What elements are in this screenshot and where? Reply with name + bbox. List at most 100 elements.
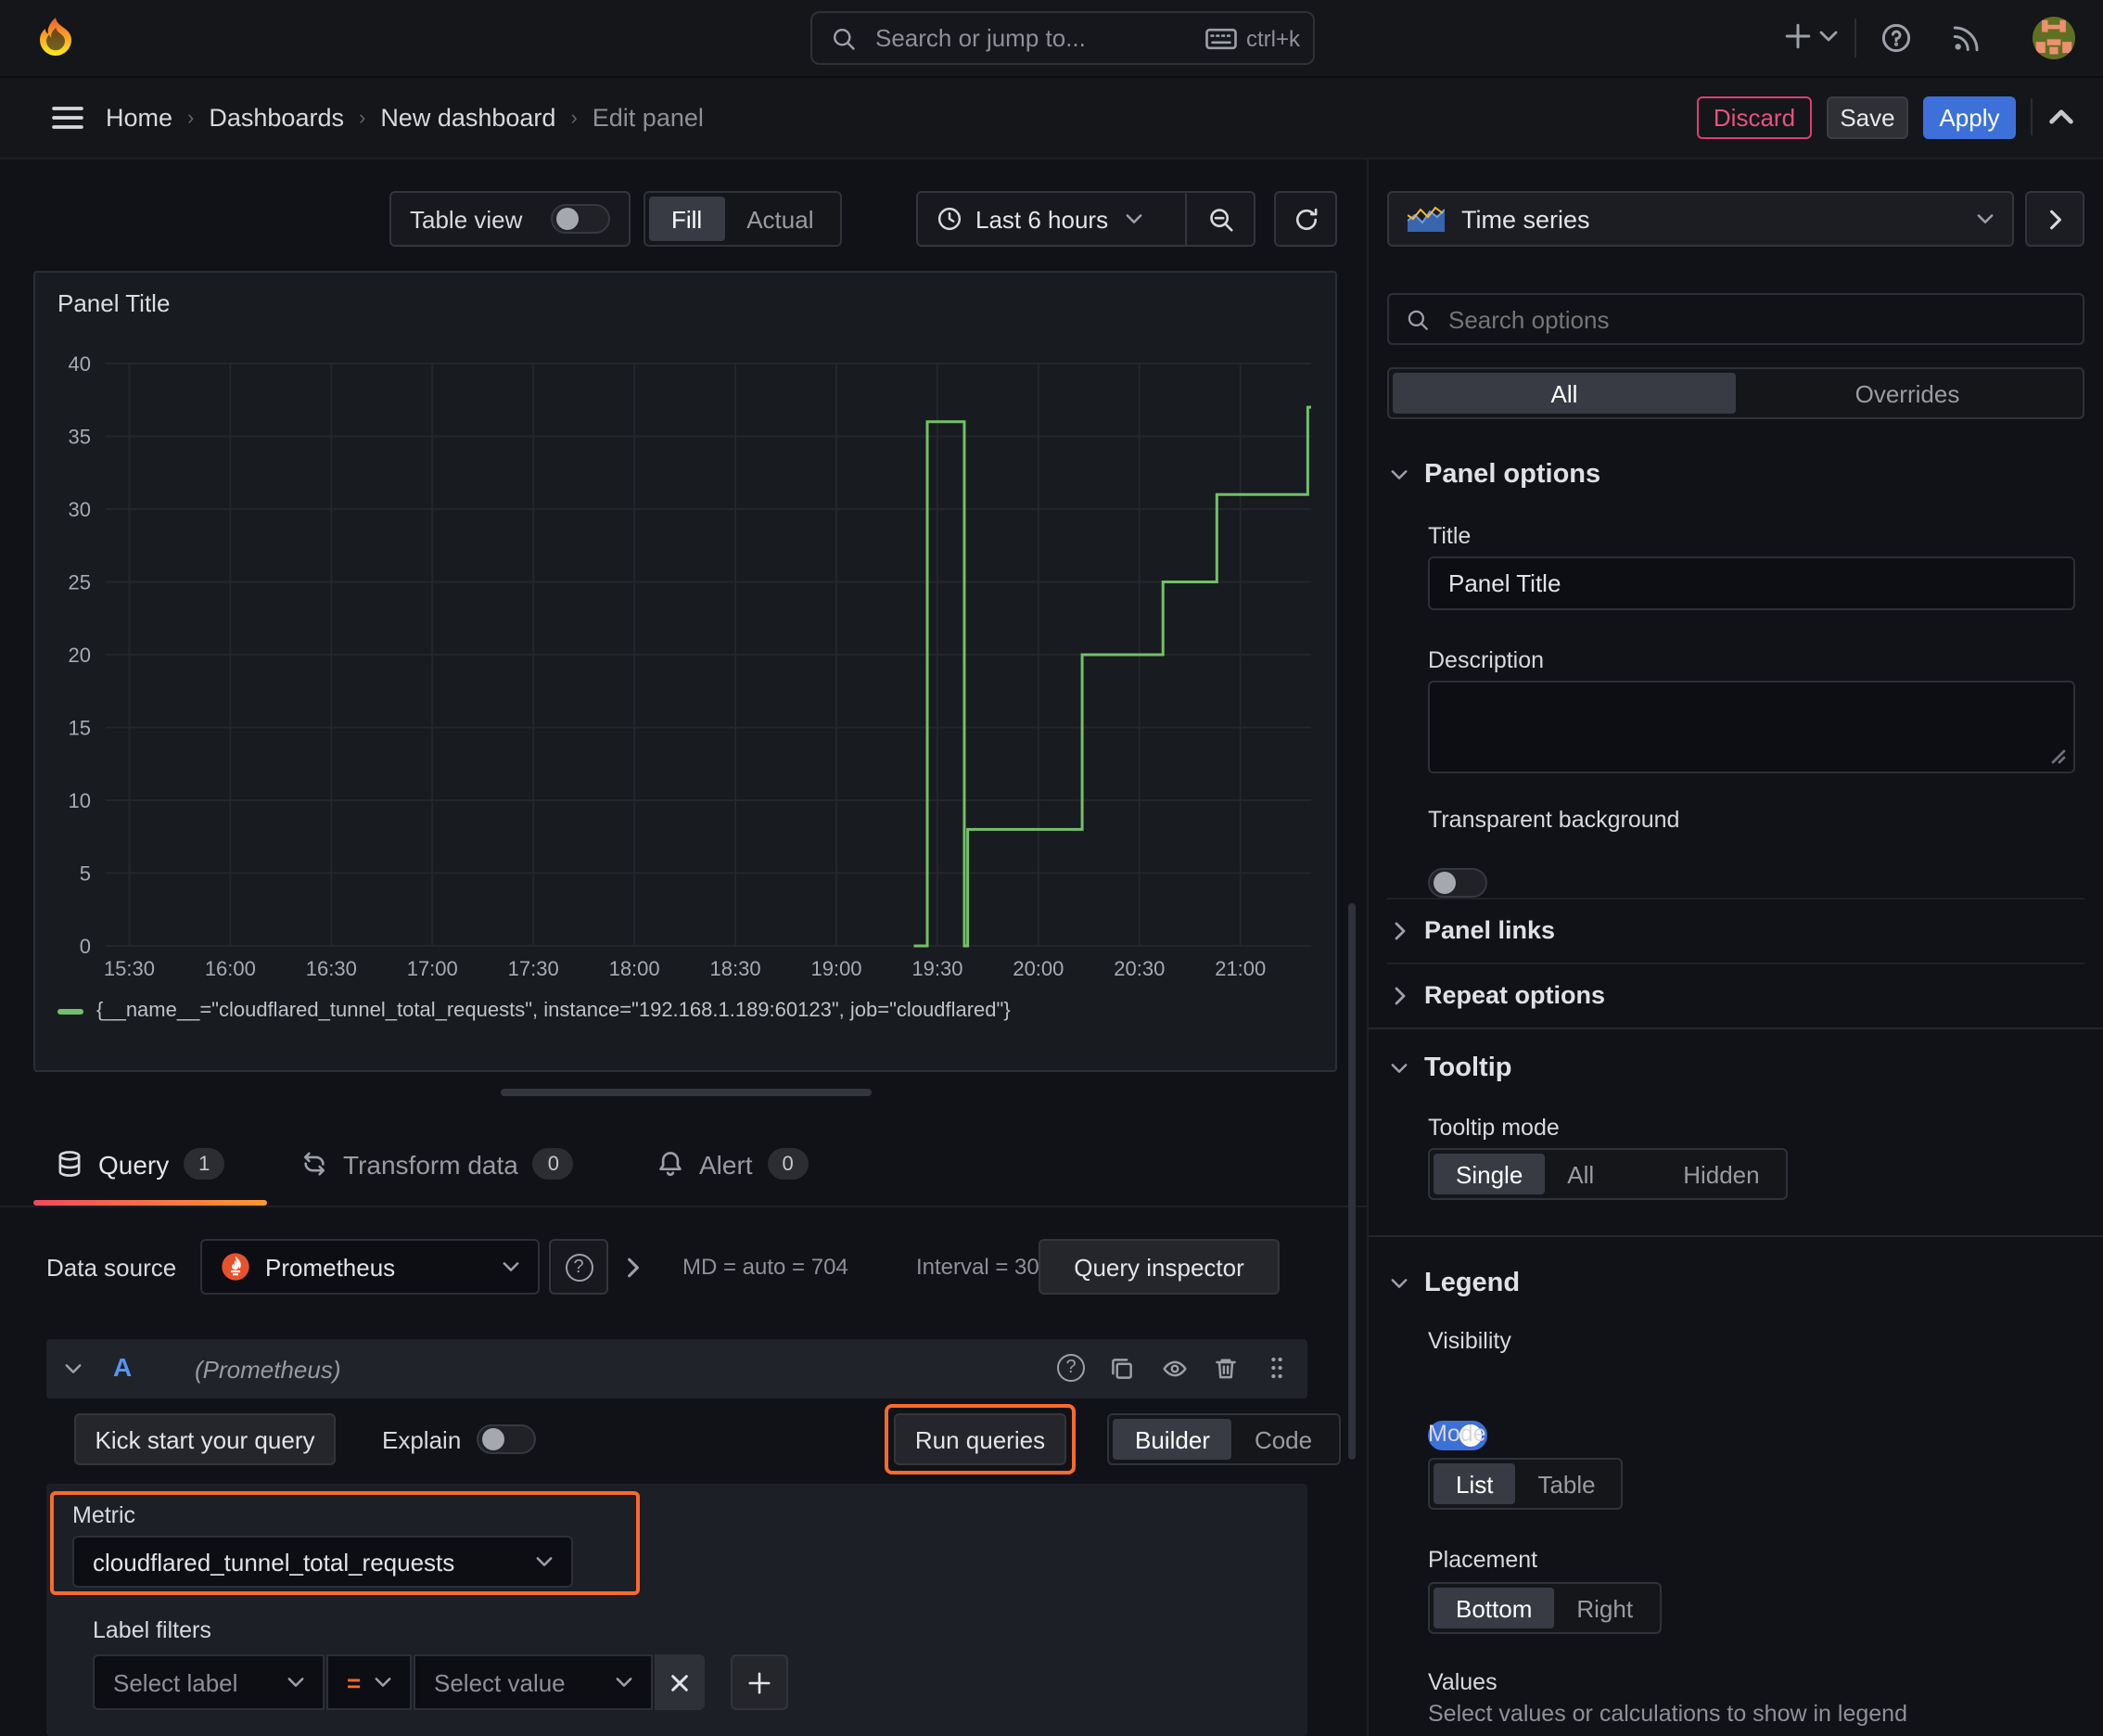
time-range-picker[interactable]: Last 6 hours bbox=[918, 205, 1185, 233]
datasource-help-button[interactable]: ? bbox=[549, 1239, 608, 1295]
visualization-picker[interactable]: Time series bbox=[1387, 191, 2014, 247]
options-search-input[interactable] bbox=[1445, 303, 2066, 335]
tab-query-label: Query bbox=[98, 1149, 170, 1179]
operator-dropdown[interactable]: = bbox=[326, 1654, 412, 1710]
placement-right-option[interactable]: Right bbox=[1554, 1588, 1655, 1628]
chevron-down-icon bbox=[287, 1677, 304, 1688]
grafana-logo-icon[interactable] bbox=[33, 15, 78, 59]
query-help-icon[interactable]: ? bbox=[1057, 1354, 1085, 1382]
tooltip-header[interactable]: Tooltip bbox=[1391, 1053, 1512, 1083]
hide-response-icon[interactable] bbox=[1161, 1356, 1189, 1382]
transform-count-badge: 0 bbox=[532, 1148, 574, 1180]
legend-list-option[interactable]: List bbox=[1434, 1463, 1516, 1504]
duplicate-query-icon[interactable] bbox=[1109, 1356, 1135, 1382]
select-value-dropdown[interactable]: Select value bbox=[414, 1654, 653, 1710]
table-view-toggle[interactable] bbox=[551, 204, 610, 234]
label-filters-label: Label filters bbox=[93, 1617, 211, 1643]
prometheus-icon bbox=[221, 1252, 250, 1282]
breadcrumb-home[interactable]: Home bbox=[106, 104, 172, 132]
chevron-right-icon bbox=[2049, 209, 2060, 229]
repeat-options-section[interactable]: Repeat options bbox=[1395, 981, 1605, 1009]
remove-query-icon[interactable] bbox=[1213, 1356, 1239, 1382]
collapse-options-button[interactable] bbox=[2049, 109, 2073, 124]
avatar[interactable] bbox=[2033, 17, 2075, 59]
builder-option[interactable]: Builder bbox=[1113, 1419, 1232, 1460]
description-textarea[interactable] bbox=[1428, 681, 2075, 773]
global-search[interactable]: ctrl+k bbox=[810, 11, 1315, 65]
left-pane-scrollbar[interactable] bbox=[1348, 903, 1356, 1460]
help-button[interactable] bbox=[1880, 22, 1912, 54]
search-input[interactable] bbox=[872, 22, 1205, 54]
toggle-knob bbox=[556, 208, 579, 230]
select-label-dropdown[interactable]: Select label bbox=[93, 1654, 325, 1710]
tab-all[interactable]: All bbox=[1393, 373, 1736, 414]
avatar-sprite bbox=[2035, 19, 2072, 55]
tab-alert[interactable]: Alert 0 bbox=[656, 1148, 809, 1180]
datasource-label: Data source bbox=[46, 1253, 177, 1281]
legend-item[interactable]: {__name__="cloudflared_tunnel_total_requ… bbox=[57, 1000, 1011, 1022]
tab-overrides[interactable]: Overrides bbox=[1736, 373, 2079, 414]
run-queries-button[interactable]: Run queries bbox=[894, 1413, 1066, 1465]
interval-stat: Interval = 30s bbox=[916, 1254, 1051, 1280]
save-button[interactable]: Save bbox=[1827, 96, 1908, 139]
help-icon: ? bbox=[565, 1253, 593, 1281]
kick-start-query-button[interactable]: Kick start your query bbox=[74, 1413, 336, 1465]
news-icon[interactable] bbox=[1951, 22, 1982, 54]
values-label: Values bbox=[1428, 1669, 1498, 1695]
drag-handle-icon[interactable] bbox=[1268, 1354, 1285, 1382]
resize-handle-icon[interactable] bbox=[2051, 749, 2066, 764]
add-filter-button[interactable] bbox=[731, 1654, 788, 1710]
tab-query[interactable]: Query 1 bbox=[56, 1148, 225, 1180]
tooltip-single-option[interactable]: Single bbox=[1434, 1154, 1546, 1194]
explain-toggle[interactable] bbox=[477, 1424, 536, 1454]
new-menu-button[interactable] bbox=[1784, 22, 1838, 50]
query-options-chevron-icon[interactable] bbox=[627, 1257, 640, 1278]
panel-title-input[interactable]: Panel Title bbox=[1428, 556, 2075, 610]
discard-button[interactable]: Discard bbox=[1697, 96, 1812, 139]
search-icon bbox=[1406, 307, 1430, 331]
pane-resize-handle[interactable] bbox=[501, 1089, 872, 1096]
metric-select[interactable]: cloudflared_tunnel_total_requests bbox=[72, 1536, 573, 1588]
split-divider[interactable] bbox=[1367, 158, 1369, 1736]
legend-header[interactable]: Legend bbox=[1391, 1269, 1520, 1298]
remove-filter-button[interactable] bbox=[655, 1654, 705, 1710]
fill-option[interactable]: Fill bbox=[649, 197, 725, 241]
zoom-out-button[interactable] bbox=[1187, 205, 1254, 233]
breadcrumb-new-dashboard[interactable]: New dashboard bbox=[380, 104, 555, 132]
legend-table-option[interactable]: Table bbox=[1515, 1463, 1617, 1504]
transparent-bg-label: Transparent background bbox=[1428, 807, 1680, 833]
tab-alert-label: Alert bbox=[699, 1149, 753, 1179]
query-options-summary[interactable]: MD = auto = 704 bbox=[682, 1239, 848, 1295]
series-line bbox=[913, 405, 1311, 948]
tab-transform[interactable]: Transform data 0 bbox=[300, 1148, 574, 1180]
max-datapoints-stat: MD = auto = 704 bbox=[682, 1254, 848, 1280]
tooltip-all-option[interactable]: All bbox=[1545, 1154, 1616, 1194]
refresh-button[interactable] bbox=[1274, 191, 1337, 247]
menu-toggle-button[interactable] bbox=[52, 106, 83, 130]
builder-code-switch: Builder Code bbox=[1107, 1413, 1341, 1465]
breadcrumb-dashboards[interactable]: Dashboards bbox=[209, 104, 344, 132]
tooltip-hidden-option[interactable]: Hidden bbox=[1661, 1154, 1781, 1194]
breadcrumb-edit-panel: Edit panel bbox=[592, 104, 704, 132]
transparent-bg-toggle[interactable] bbox=[1428, 868, 1487, 898]
actual-option[interactable]: Actual bbox=[724, 197, 835, 241]
chevron-down-icon bbox=[1391, 470, 1408, 479]
keyboard-icon bbox=[1205, 27, 1237, 49]
panel-options-header[interactable]: Panel options bbox=[1391, 460, 1600, 490]
tooltip-hidden-option[interactable] bbox=[1616, 1154, 1661, 1194]
panel-links-section[interactable]: Panel links bbox=[1395, 916, 1555, 944]
section-divider bbox=[1387, 898, 2084, 900]
apply-button[interactable]: Apply bbox=[1923, 96, 2016, 139]
query-ref-id: A bbox=[113, 1352, 133, 1382]
datasource-picker[interactable]: Prometheus bbox=[200, 1239, 540, 1295]
placement-bottom-option[interactable]: Bottom bbox=[1434, 1588, 1555, 1628]
code-option[interactable]: Code bbox=[1232, 1419, 1334, 1460]
chevron-down-icon bbox=[1125, 213, 1141, 224]
query-inspector-button[interactable]: Query inspector bbox=[1039, 1239, 1280, 1295]
all-overrides-tabs: All Overrides bbox=[1387, 367, 2084, 419]
viz-suggestions-button[interactable] bbox=[2025, 191, 2084, 247]
query-row-header[interactable]: A (Prometheus) ? bbox=[46, 1339, 1307, 1398]
chevron-down-icon[interactable] bbox=[65, 1363, 82, 1374]
plus-icon bbox=[748, 1671, 771, 1693]
options-search[interactable] bbox=[1387, 293, 2084, 345]
